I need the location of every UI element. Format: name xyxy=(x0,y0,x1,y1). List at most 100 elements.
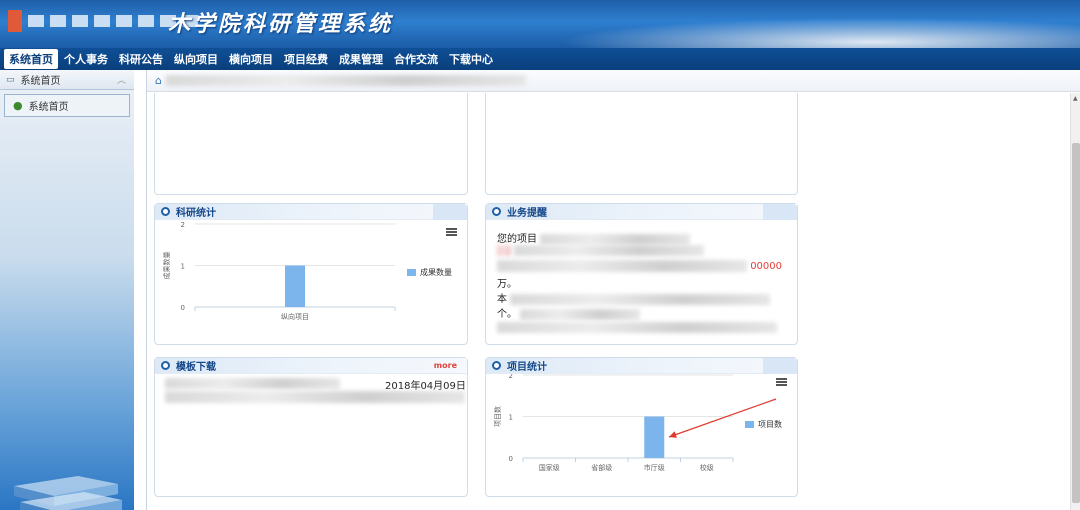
collapse-chevron-icon[interactable]: ︿ xyxy=(117,73,126,86)
bar xyxy=(644,416,665,458)
x-tick-label: 纵向项目 xyxy=(281,312,309,321)
x-tick-label: 省部级 xyxy=(591,463,612,472)
sidebar: ▭ 系统首页 ︿ ● 系统首页 xyxy=(0,70,134,510)
panel-top-right xyxy=(485,93,798,195)
nav-item-funding[interactable]: 项目经费 xyxy=(279,49,333,69)
home-icon[interactable]: ⌂ xyxy=(155,74,162,87)
x-tick-label: 国家级 xyxy=(539,463,560,472)
hamburger-menu-icon xyxy=(446,231,457,233)
nav-item-downloads[interactable]: 下载中心 xyxy=(444,49,498,69)
panel-project-stats: 项目统计 0 1 2 项目数国家级 省部级 市厅级 校级 项目数 xyxy=(485,357,798,497)
panel-top-left xyxy=(154,93,468,195)
panel-header: 科研统计 xyxy=(155,204,467,220)
reminder-line-5: 个。 xyxy=(497,305,641,320)
sidebar-header: ▭ 系统首页 ︿ xyxy=(0,70,134,90)
panel-header: 模板下载 more xyxy=(155,358,467,374)
reminder-line-2 xyxy=(497,245,705,257)
bar xyxy=(285,265,305,307)
panel-bullet-icon xyxy=(161,207,170,216)
y-tick-label: 0 xyxy=(181,304,185,312)
panel-business-reminder: 业务提醒 您的项目 00000 万。 本 个。 xyxy=(485,203,798,345)
research-stats-chart: 0 1 2 成果数量纵向项目 成果数量 xyxy=(162,221,457,321)
template-item[interactable] xyxy=(165,378,340,390)
panel-title: 项目统计 xyxy=(507,362,547,373)
scrollbar-thumb[interactable] xyxy=(1072,143,1080,503)
sidebar-section-title: 系统首页 xyxy=(20,76,61,87)
panel-bullet-icon xyxy=(492,207,501,216)
header-glow xyxy=(560,18,1080,48)
template-item[interactable] xyxy=(165,391,465,403)
hamburger-menu-icon xyxy=(446,228,457,230)
sidebar-body: ● 系统首页 xyxy=(0,90,134,510)
dashboard-scroll-area[interactable]: 科研统计 012成果数量纵向项目成果数量 业务提醒 您的项目 0000 xyxy=(147,93,1071,510)
hamburger-menu-icon xyxy=(776,381,787,383)
y-tick-label: 1 xyxy=(509,414,513,422)
scroll-up-icon[interactable]: ▲ xyxy=(1073,95,1078,102)
redacted-text xyxy=(497,260,747,272)
y-tick-label: 2 xyxy=(181,221,185,229)
redacted-text xyxy=(520,308,641,320)
nav-item-home[interactable]: 系统首页 xyxy=(4,49,58,69)
annotation-arrow xyxy=(668,398,777,438)
hamburger-menu-icon xyxy=(776,378,787,380)
nav-item-personal[interactable]: 个人事务 xyxy=(59,49,113,69)
y-tick-label: 2 xyxy=(509,374,513,380)
panel-title: 模板下载 xyxy=(176,362,216,373)
panel-title: 科研统计 xyxy=(176,208,216,219)
breadcrumb-path-redacted xyxy=(165,75,526,86)
redacted-text xyxy=(540,233,691,245)
x-tick-label: 市厅级 xyxy=(644,463,665,472)
sidebar-item-label: 系统首页 xyxy=(28,102,69,113)
system-title: 木学院科研管理系统 xyxy=(168,11,394,37)
nav-item-vertical-projects[interactable]: 纵向项目 xyxy=(169,49,223,69)
redacted-text xyxy=(514,245,705,256)
legend-label: 成果数量 xyxy=(420,267,452,277)
y-axis-label: 成果数量 xyxy=(162,252,171,280)
redacted-text xyxy=(510,293,771,305)
reminder-line-4[interactable]: 本 xyxy=(497,290,771,305)
panel-bullet-icon xyxy=(492,361,501,370)
legend-label: 项目数 xyxy=(758,419,782,429)
reminder-line-3: 00000 xyxy=(497,260,782,272)
more-link[interactable]: more xyxy=(434,361,457,370)
panel-template-download: 模板下载 more 2018年04月09日 xyxy=(154,357,468,497)
vertical-scrollbar[interactable]: ▲ xyxy=(1070,93,1080,510)
template-date: 2018年04月09日 xyxy=(385,381,466,392)
reminder-line-6 xyxy=(497,322,777,334)
x-tick-label: 校级 xyxy=(700,463,714,472)
breadcrumb: ⌂ xyxy=(147,70,1080,92)
template-name-redacted xyxy=(165,378,340,389)
project-stats-chart: 0 1 2 项目数国家级 省部级 市厅级 校级 项目数 xyxy=(493,372,787,472)
template-name-redacted xyxy=(165,391,465,403)
app-header: 木学院科研管理系统 xyxy=(0,0,1080,48)
reminder-line-1[interactable]: 您的项目 xyxy=(497,230,691,245)
hamburger-menu-icon xyxy=(446,234,457,236)
y-tick-label: 1 xyxy=(181,263,185,271)
y-axis-label: 项目数 xyxy=(493,406,502,427)
main-nav: 系统首页 个人事务 科研公告 纵向项目 横向项目 项目经费 成果管理 合作交流 … xyxy=(0,48,1080,70)
hamburger-menu-icon xyxy=(776,384,787,386)
panel-header: 业务提醒 xyxy=(486,204,797,220)
sidebar-item-home[interactable]: ● 系统首页 xyxy=(4,94,130,117)
panel-title: 业务提醒 xyxy=(507,208,547,219)
annotation-arrowhead xyxy=(669,431,677,438)
nav-item-cooperation[interactable]: 合作交流 xyxy=(389,49,443,69)
main-content: ⌂ 科研统计 0 1 2 成果数量 纵向项目 成果数量 业务提醒 您的项目 00… xyxy=(146,70,1080,510)
nav-item-announcements[interactable]: 科研公告 xyxy=(114,49,168,69)
reminder-amount: 00000 xyxy=(750,261,782,272)
books-decoration xyxy=(14,476,122,510)
sidebar-section-icon: ▭ xyxy=(6,74,15,85)
user-icon: ● xyxy=(13,99,23,112)
legend-swatch xyxy=(745,421,754,428)
reminder-text: 您的项目 xyxy=(497,234,537,245)
legend-swatch xyxy=(407,269,416,276)
panel-bullet-icon xyxy=(161,361,170,370)
redacted-text xyxy=(497,322,777,333)
y-tick-label: 0 xyxy=(509,455,513,463)
panel-header: 项目统计 xyxy=(486,358,797,374)
reminder-text: 本 xyxy=(497,294,507,305)
reminder-text: 个。 xyxy=(497,309,517,320)
panel-research-stats: 科研统计 0 1 2 成果数量纵向项目 成果数量 xyxy=(154,203,468,345)
nav-item-achievements[interactable]: 成果管理 xyxy=(334,49,388,69)
nav-item-horizontal-projects[interactable]: 横向项目 xyxy=(224,49,278,69)
